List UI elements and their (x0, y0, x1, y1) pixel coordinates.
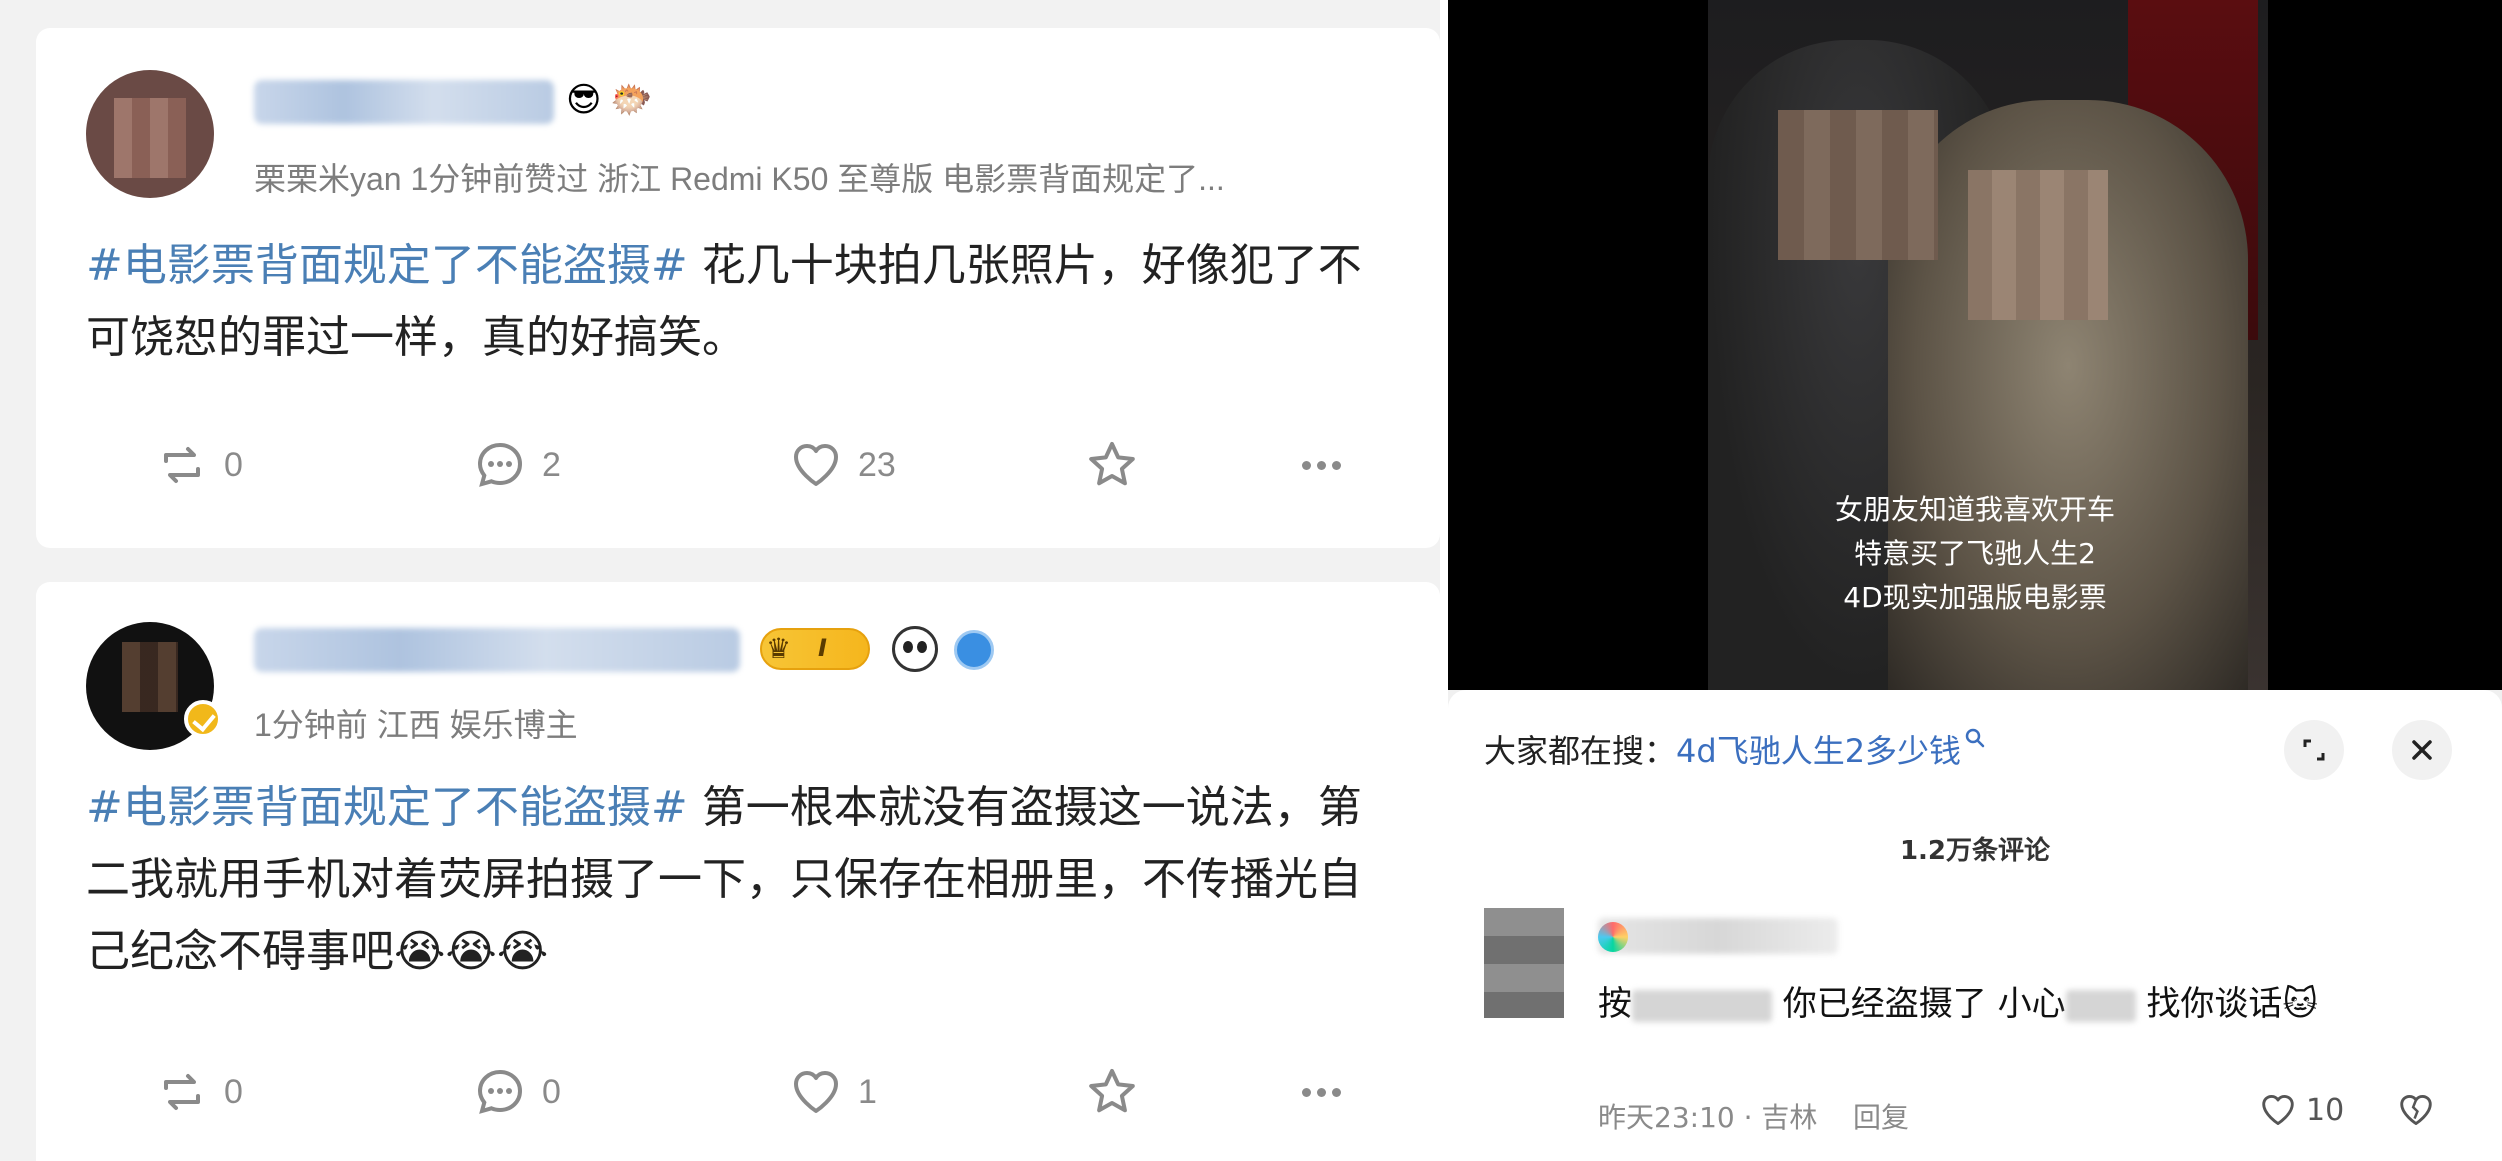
like-count: 23 (858, 445, 896, 484)
trending-search: 大家都在搜：4d飞驰人生2多少钱 (1484, 726, 1987, 772)
more-dots-icon (1302, 1087, 1341, 1097)
hashtag-link[interactable]: #电影票背面规定了不能盗摄# (86, 782, 688, 833)
comment-like-count: 10 (2306, 1092, 2345, 1128)
heart-icon (2262, 1095, 2294, 1125)
cat-emoji-icon: 🐱 (2282, 984, 2318, 1024)
panel-divider (1440, 0, 1448, 1161)
face-mosaic (1968, 170, 2108, 320)
comment-icon (477, 1069, 523, 1114)
like-button[interactable]: 23 (788, 430, 896, 500)
comment-icon (477, 442, 523, 487)
mosaic-blur (122, 642, 178, 712)
crown-icon: ♛ (766, 632, 792, 665)
face-mosaic (1778, 110, 1938, 260)
post-card[interactable]: 😎 🐡 栗栗米yan 1分钟前赞过 浙江 Redmi K50 至尊版 电影票背面… (36, 28, 1440, 548)
like-count: 1 (858, 1072, 877, 1111)
comment-text: 按 你已经盗摄了 小心 找你谈话🐱 (1598, 976, 2398, 1032)
repost-count: 0 (224, 1072, 243, 1111)
post-card[interactable]: ♛ I 1分钟前 江西 娱乐博主 #电影票背面规定了不能盗摄# 第一根本就没有盗… (36, 582, 1440, 1161)
username-blurred[interactable] (254, 628, 740, 672)
broken-heart-icon (2400, 1095, 2432, 1125)
close-button[interactable] (2392, 720, 2452, 780)
mosaic-blur (114, 98, 186, 178)
post-meta: 栗栗米yan 1分钟前赞过 浙江 Redmi K50 至尊版 电影票背面规定了.… (254, 161, 1225, 197)
comment-count: 0 (542, 1072, 561, 1111)
star-icon (1089, 442, 1135, 486)
search-label: 大家都在搜： (1484, 732, 1677, 770)
comment-count: 2 (542, 445, 561, 484)
avatar[interactable] (86, 70, 214, 198)
post-text: #电影票背面规定了不能盗摄# 第一根本就没有盗摄这一说法，第二我就用手机对着荧屏… (86, 772, 1386, 988)
comment-button[interactable]: 0 (472, 1057, 561, 1127)
comment-like-button[interactable]: 10 (2258, 1090, 2344, 1130)
star-icon (1089, 1069, 1135, 1113)
puffer-fish-emoji-icon: 🐡 (610, 80, 653, 120)
dislike-button[interactable] (2396, 1090, 2436, 1134)
panda-icon[interactable] (892, 626, 938, 672)
comment-text-part: 找你谈话 (2135, 984, 2283, 1024)
video-subtitle: 女朋友知道我喜欢开车 (1834, 493, 2115, 526)
hashtag-link[interactable]: #电影票背面规定了不能盗摄# (86, 240, 688, 291)
more-dots-icon (1302, 460, 1341, 470)
repost-icon (164, 1074, 200, 1110)
more-button[interactable] (1302, 430, 1341, 500)
repost-count: 0 (224, 445, 243, 484)
heart-icon (794, 1071, 838, 1113)
comment-text-part: 按 (1598, 984, 1632, 1024)
close-icon (2412, 740, 2432, 760)
vip-level: I (818, 634, 827, 662)
post-meta: 1分钟前 江西 娱乐博主 (254, 707, 578, 743)
comment-time: 昨天23:10 · 吉林 (1598, 1101, 1818, 1134)
username-blurred[interactable] (254, 80, 554, 124)
comment-count-title: 1.2万条评论 (1899, 836, 2051, 866)
redacted-text (2065, 989, 2136, 1022)
repost-icon (164, 447, 200, 483)
vip-level-badge[interactable]: ♛ I (760, 628, 870, 670)
favorite-button[interactable] (1084, 1057, 1140, 1127)
action-bar: 0 0 1 (36, 1057, 1440, 1127)
rainbow-icon (1598, 922, 1628, 952)
commenter-name-blurred[interactable] (1598, 918, 1838, 954)
comment-button[interactable]: 2 (472, 430, 561, 500)
post-text: #电影票背面规定了不能盗摄# 花几十块拍几张照片，好像犯了不可饶恕的罪过一样，真… (86, 230, 1386, 374)
comment-sheet: 大家都在搜：4d飞驰人生2多少钱 1.2万条评论 按 你已经盗摄了 小心 找你谈… (1448, 690, 2502, 1161)
video-subtitle: 4D现实加强版电影票 (1843, 581, 2107, 614)
reply-button[interactable]: 回复 (1853, 1101, 1909, 1134)
video-subtitle: 特意买了飞驰人生2 (1854, 537, 2096, 570)
favorite-button[interactable] (1084, 430, 1140, 500)
commenter-avatar[interactable] (1484, 908, 1564, 1018)
repost-button[interactable]: 0 (154, 1057, 243, 1127)
search-suggestion-link[interactable]: 4d飞驰人生2多少钱 (1676, 732, 1961, 770)
expand-button[interactable] (2284, 720, 2344, 780)
comment-meta: 昨天23:10 · 吉林 回复 (1598, 1096, 1909, 1136)
weibo-feed: 😎 🐡 栗栗米yan 1分钟前赞过 浙江 Redmi K50 至尊版 电影票背面… (0, 0, 1440, 1161)
like-button[interactable]: 1 (788, 1057, 877, 1127)
redacted-text (1632, 989, 1772, 1022)
comment-text-part: 你已经盗摄了 小心 (1772, 984, 2066, 1024)
more-button[interactable] (1302, 1057, 1341, 1127)
sunglasses-emoji-icon: 😎 (566, 80, 602, 120)
search-icon (1965, 728, 1985, 748)
expand-icon (2303, 739, 2325, 761)
video-frame[interactable]: 女朋友知道我喜欢开车 特意买了飞驰人生2 4D现实加强版电影票 (1448, 0, 2502, 690)
blue-badge-icon[interactable] (954, 630, 994, 670)
repost-button[interactable]: 0 (154, 430, 243, 500)
action-bar: 0 2 23 (36, 430, 1440, 500)
verified-badge-icon (184, 700, 222, 738)
heart-icon (794, 444, 838, 486)
